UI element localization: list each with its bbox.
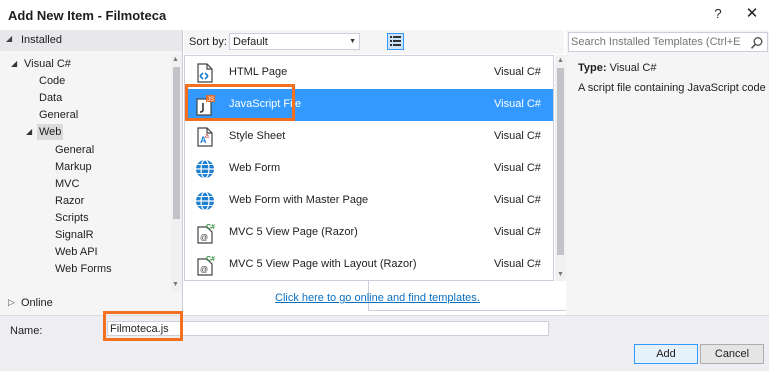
- expanded-arrow-icon[interactable]: ◢: [11, 56, 17, 72]
- template-list-scrollbar[interactable]: ▲ ▼: [555, 55, 566, 281]
- razor-view-icon: @ C#: [194, 254, 216, 276]
- tree-item-mvc[interactable]: MVC: [55, 176, 79, 192]
- scrollbar-thumb[interactable]: [173, 67, 180, 219]
- file-name-field[interactable]: [107, 321, 549, 336]
- template-row-web-form-master[interactable]: Web Form with Master Page Visual C#: [185, 185, 553, 217]
- tree-item-scripts[interactable]: Scripts: [55, 210, 89, 226]
- template-row-javascript-file[interactable]: JS JavaScript File Visual C#: [185, 89, 553, 121]
- template-row-style-sheet[interactable]: Aa Style Sheet Visual C#: [185, 121, 553, 153]
- details-view-icon[interactable]: [387, 33, 404, 50]
- template-language: Visual C#: [494, 98, 541, 110]
- tree-item-code[interactable]: Code: [39, 73, 65, 89]
- svg-text:a: a: [205, 133, 209, 140]
- tree-item-web-forms[interactable]: Web Forms: [55, 261, 112, 277]
- category-tree: ◢ Visual C# Code Data General ◢ Web Gene…: [0, 54, 170, 284]
- scroll-up-icon[interactable]: ▲: [557, 57, 564, 64]
- category-panel: ◢ Installed ◢ Visual C# Code Data Genera…: [0, 30, 183, 315]
- help-button[interactable]: ?: [710, 6, 726, 24]
- template-name: MVC 5 View Page (Razor): [229, 226, 358, 238]
- scroll-up-icon[interactable]: ▲: [172, 56, 179, 63]
- category-scrollbar[interactable]: ▲ ▼: [171, 55, 182, 291]
- online-label: Online: [21, 297, 53, 309]
- template-language: Visual C#: [494, 194, 541, 206]
- tree-item-general[interactable]: General: [39, 107, 78, 123]
- collapse-arrow-icon[interactable]: ◢: [6, 34, 12, 43]
- title-bar: Add New Item - Filmoteca ? ✕: [0, 0, 769, 30]
- template-type: Type: Visual C#: [578, 62, 656, 74]
- tree-item-visual-csharp[interactable]: ◢ Visual C#: [11, 56, 71, 72]
- svg-text:@: @: [200, 265, 208, 274]
- template-name: HTML Page: [229, 66, 288, 78]
- svg-text:JS: JS: [207, 97, 214, 103]
- tree-item-label: Visual C#: [24, 58, 71, 70]
- template-search-box[interactable]: [568, 32, 768, 52]
- scrollbar-thumb[interactable]: [557, 68, 564, 255]
- tree-item-data[interactable]: Data: [39, 90, 62, 106]
- template-row-mvc-view-layout-razor[interactable]: @ C# MVC 5 View Page with Layout (Razor) …: [185, 249, 553, 280]
- tree-item-markup[interactable]: Markup: [55, 159, 92, 175]
- tree-item-signalr[interactable]: SignalR: [55, 227, 94, 243]
- template-list: HTML Page Visual C# JS JavaScript File V…: [184, 55, 554, 281]
- installed-label: Installed: [21, 34, 62, 46]
- razor-view-icon: @ C#: [194, 222, 216, 244]
- search-icon[interactable]: [750, 36, 764, 50]
- svg-text:C#: C#: [206, 224, 215, 231]
- template-name: MVC 5 View Page with Layout (Razor): [229, 258, 417, 270]
- svg-text:C#: C#: [206, 256, 215, 263]
- template-name: Web Form with Master Page: [229, 194, 369, 206]
- web-globe-icon: [194, 158, 216, 180]
- tree-item-label: Web: [39, 126, 62, 138]
- style-sheet-icon: Aa: [194, 126, 216, 148]
- tree-item-web[interactable]: ◢ Web: [26, 124, 64, 140]
- tree-item-razor[interactable]: Razor: [55, 193, 84, 209]
- search-input[interactable]: [571, 35, 741, 49]
- dialog-title: Add New Item - Filmoteca: [8, 8, 167, 23]
- installed-header[interactable]: ◢ Installed: [0, 30, 182, 51]
- online-header[interactable]: ▷ Online: [0, 293, 182, 315]
- web-globe-icon: [194, 190, 216, 212]
- template-language: Visual C#: [494, 258, 541, 270]
- expanded-arrow-icon[interactable]: ◢: [26, 124, 32, 140]
- template-language: Visual C#: [494, 66, 541, 78]
- svg-text:@: @: [200, 233, 208, 242]
- file-name-input[interactable]: [110, 322, 540, 335]
- scroll-down-icon[interactable]: ▼: [172, 281, 179, 288]
- expand-arrow-icon[interactable]: ▷: [8, 297, 15, 308]
- template-name: JavaScript File: [229, 98, 302, 110]
- sort-dropdown[interactable]: Default ▼: [229, 33, 360, 50]
- template-row-mvc-view-razor[interactable]: @ C# MVC 5 View Page (Razor) Visual C#: [185, 217, 553, 249]
- html-page-icon: [194, 62, 216, 84]
- find-templates-online-link[interactable]: Click here to go online and find templat…: [275, 292, 480, 304]
- type-label: Type:: [578, 62, 607, 74]
- template-name: Web Form: [229, 162, 281, 174]
- add-button[interactable]: Add: [634, 344, 698, 364]
- bottom-bar: Name: Add Cancel: [0, 315, 769, 371]
- close-button[interactable]: ✕: [742, 4, 762, 24]
- javascript-file-icon: JS: [194, 94, 216, 116]
- template-language: Visual C#: [494, 130, 541, 142]
- tree-item-web-general[interactable]: General: [55, 142, 94, 158]
- template-row-html-page[interactable]: HTML Page Visual C#: [185, 57, 553, 89]
- chevron-down-icon: ▼: [349, 38, 356, 45]
- details-panel: Type: Visual C# A script file containing…: [566, 30, 769, 315]
- template-language: Visual C#: [494, 162, 541, 174]
- sort-value: Default: [233, 36, 268, 48]
- type-value: Visual C#: [609, 62, 657, 74]
- sort-toolbar: Sort by: Default ▼: [184, 30, 738, 311]
- scroll-down-icon[interactable]: ▼: [557, 271, 564, 278]
- template-description: A script file containing JavaScript code: [578, 82, 766, 94]
- cancel-button[interactable]: Cancel: [700, 344, 764, 364]
- template-row-web-form[interactable]: Web Form Visual C#: [185, 153, 553, 185]
- template-language: Visual C#: [494, 226, 541, 238]
- tree-item-web-api[interactable]: Web API: [55, 244, 98, 260]
- template-name: Style Sheet: [229, 130, 286, 142]
- sort-label: Sort by:: [189, 36, 227, 48]
- name-label: Name:: [10, 325, 43, 337]
